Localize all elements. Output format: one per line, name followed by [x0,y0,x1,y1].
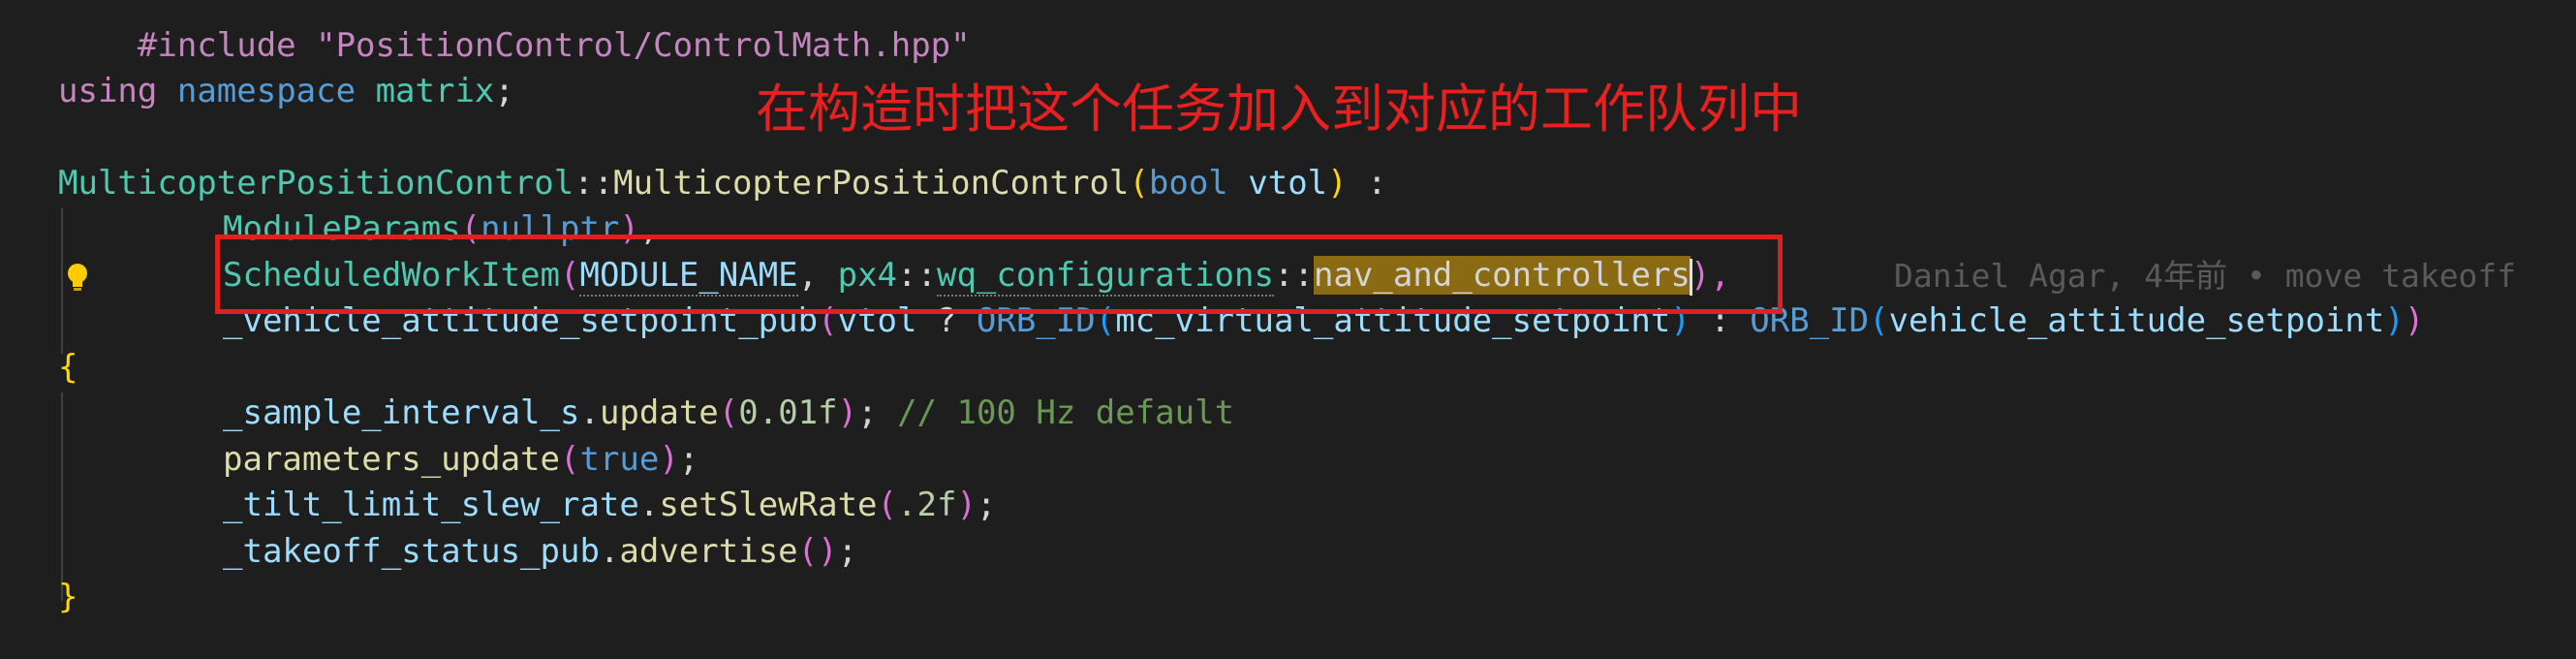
scope-operator: :: [574,164,614,203]
open-paren: ( [1869,301,1889,340]
sample-interval: _sample_interval_s [223,393,580,432]
class-name: MulticopterPositionControl [58,164,574,203]
code-line[interactable]: _sample_interval_s.update(0.01f); // 100… [223,391,1234,437]
num-literal: .2f [897,486,957,524]
vehicle-attitude-setpoint: vehicle_attitude_setpoint [1888,301,2385,340]
semicolon: ; [976,486,997,524]
code-line[interactable]: _tilt_limit_slew_rate.setSlewRate(.2f); [223,483,996,529]
close-paren: ) [2404,301,2425,340]
namespace-name: matrix [375,72,495,110]
code-line[interactable]: _takeoff_status_pub.advertise(); [223,529,857,576]
close-paren: ) [659,440,679,479]
keyword-namespace: namespace [176,72,357,110]
dot: . [579,393,600,432]
close-paren: ) [837,393,858,432]
colon: : [1347,164,1387,203]
highlight-box [215,235,1783,314]
code-line[interactable]: parameters_update(true); [223,437,698,484]
open-paren: ( [877,486,898,524]
lightbulb-icon[interactable] [64,262,91,293]
param-vtol: vtol [1248,164,1328,203]
takeoff-status-pub: _takeoff_status_pub [223,532,600,571]
close-brace: } [58,578,78,616]
num-literal: 0.01f [738,393,838,432]
keyword-bool: bool [1148,164,1228,203]
keyword-using: using [58,72,158,110]
advertise-fn: advertise [619,532,798,571]
code-editor[interactable]: #include "PositionControl/ControlMath.hp… [0,0,2576,659]
semicolon: ; [837,532,858,571]
parameters-update-fn: parameters_update [223,440,560,479]
open-paren: ( [560,440,580,479]
code-line[interactable]: } [58,575,78,621]
code-line[interactable]: { [58,345,78,392]
tilt-limit-slew-rate: _tilt_limit_slew_rate [223,486,639,524]
constructor-name: MulticopterPositionControl [613,164,1130,203]
close-paren: ) [1327,164,1348,203]
semicolon: ; [494,72,514,110]
code-line[interactable]: #include "PositionControl/ControlMath.hp… [58,0,971,65]
annotation-note: 在构造时把这个任务加入到对应的工作队列中 [756,78,1802,140]
open-paren: ( [718,393,739,432]
semicolon: ; [857,393,878,432]
lightbulb-icon-svg [68,264,87,291]
semicolon: ; [678,440,699,479]
close-paren: ) [2384,301,2405,340]
dot: . [599,532,620,571]
open-paren: ( [797,532,819,571]
close-paren: ) [818,532,838,571]
git-blame-annotation[interactable]: Daniel Agar, 4年前 • move takeoff [1894,253,2516,299]
dot: . [638,486,660,524]
indent-guide [61,208,63,354]
code-line[interactable]: using namespace matrix; [58,69,514,115]
open-paren: ( [1129,164,1149,203]
comment: // 100 Hz default [897,393,1235,432]
set-slew-rate-fn: setSlewRate [659,486,878,524]
keyword-true: true [579,440,660,479]
code-line[interactable]: MulticopterPositionControl::MulticopterP… [58,161,1387,207]
close-paren: ) [956,486,977,524]
indent-guide [61,392,63,601]
include-directive: #include "PositionControl/ControlMath.hp… [137,25,971,65]
update-fn: update [599,393,719,432]
open-brace: { [58,348,78,387]
